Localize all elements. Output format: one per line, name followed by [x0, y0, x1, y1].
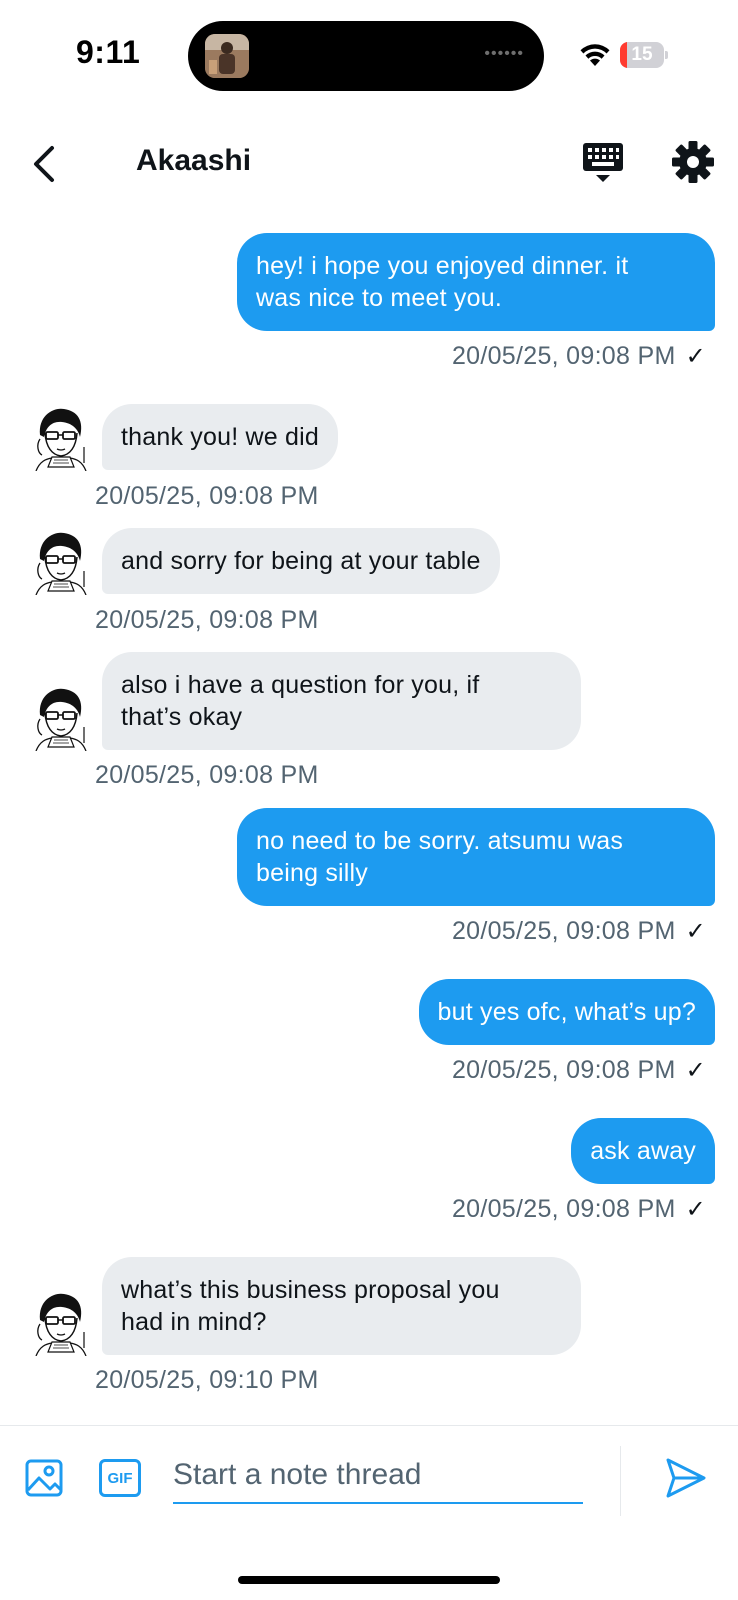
message-timestamp: 20/05/25, 09:08 PM	[95, 482, 319, 510]
message-bubble-outgoing[interactable]: but yes ofc, what’s up?	[418, 979, 715, 1045]
send-button[interactable]	[664, 1456, 708, 1500]
message-timestamp: 20/05/25, 09:08 PM	[95, 761, 319, 789]
conversation-settings-button[interactable]	[670, 139, 716, 185]
message-bubble-incoming[interactable]: and sorry for being at your table	[102, 528, 500, 594]
status-time: 9:11	[76, 34, 141, 70]
composer: GIF	[0, 1425, 738, 1600]
send-icon	[666, 1458, 706, 1498]
message-text-line: and sorry for being at your table	[121, 547, 481, 575]
avatar[interactable]	[31, 684, 91, 752]
gear-icon	[672, 141, 714, 183]
message-bubble-incoming[interactable]: what’s this business proposal you had in…	[102, 1257, 581, 1355]
read-check-icon: ✓	[685, 1196, 706, 1223]
message-text-line: hey! i hope you enjoyed dinner. it	[256, 252, 629, 280]
message-timestamp: 20/05/25, 09:08 PM ✓	[451, 917, 706, 945]
message-text-line: being silly	[256, 859, 368, 887]
avatar[interactable]	[31, 1289, 91, 1357]
message-text-line: that’s okay	[121, 703, 243, 731]
message-timestamp: 20/05/25, 09:08 PM ✓	[451, 342, 706, 370]
avatar[interactable]	[31, 404, 91, 472]
note-thread-input[interactable]	[173, 1448, 583, 1504]
message-text-line: what’s this business proposal you	[121, 1276, 500, 1304]
island-indicator: ••••••	[484, 45, 524, 62]
dynamic-island[interactable]: ••••••	[188, 21, 544, 91]
message-timestamp: 20/05/25, 09:08 PM ✓	[451, 1056, 706, 1084]
keyboard-shortcuts-button[interactable]	[578, 138, 628, 188]
read-check-icon: ✓	[685, 918, 706, 945]
add-media-button[interactable]	[24, 1458, 64, 1498]
message-text-line: was nice to meet you.	[256, 284, 502, 312]
message-bubble-incoming[interactable]: also i have a question for you, if that’…	[102, 652, 581, 750]
battery-percentage: 15	[631, 44, 653, 65]
now-playing-thumbnail	[205, 34, 249, 78]
gif-button[interactable]: GIF	[99, 1459, 141, 1497]
message-timestamp: 20/05/25, 09:08 PM ✓	[451, 1195, 706, 1223]
conversation-title[interactable]: Akaashi	[136, 144, 251, 178]
home-indicator[interactable]	[238, 1576, 500, 1584]
battery-icon: 15	[620, 42, 668, 68]
message-text-line: no need to be sorry. atsumu was	[256, 827, 624, 855]
message-text-line: had in mind?	[121, 1308, 267, 1336]
avatar[interactable]	[31, 528, 91, 596]
wifi-icon	[578, 40, 612, 68]
read-check-icon: ✓	[685, 343, 706, 370]
message-text-line: ask away	[590, 1137, 696, 1165]
message-text-line: also i have a question for you, if	[121, 671, 480, 699]
conversation-header: Akaashi	[0, 120, 738, 210]
back-button[interactable]	[22, 140, 66, 188]
message-text-line: thank you! we did	[121, 423, 319, 451]
composer-divider	[620, 1446, 621, 1516]
message-bubble-outgoing[interactable]: hey! i hope you enjoyed dinner. it was n…	[237, 233, 715, 331]
message-timestamp: 20/05/25, 09:08 PM	[95, 606, 319, 634]
message-bubble-incoming[interactable]: thank you! we did	[102, 404, 338, 470]
image-icon	[25, 1459, 63, 1497]
keyboard-icon	[583, 143, 623, 182]
chevron-left-icon	[34, 146, 54, 182]
status-bar: 9:11 •••••• 15	[0, 0, 738, 110]
read-check-icon: ✓	[685, 1057, 706, 1084]
message-timestamp: 20/05/25, 09:10 PM	[95, 1366, 319, 1394]
message-bubble-outgoing[interactable]: no need to be sorry. atsumu was being si…	[237, 808, 715, 906]
message-bubble-outgoing[interactable]: ask away	[571, 1118, 715, 1184]
gif-icon: GIF	[107, 1469, 133, 1487]
message-text-line: but yes ofc, what’s up?	[437, 998, 696, 1026]
